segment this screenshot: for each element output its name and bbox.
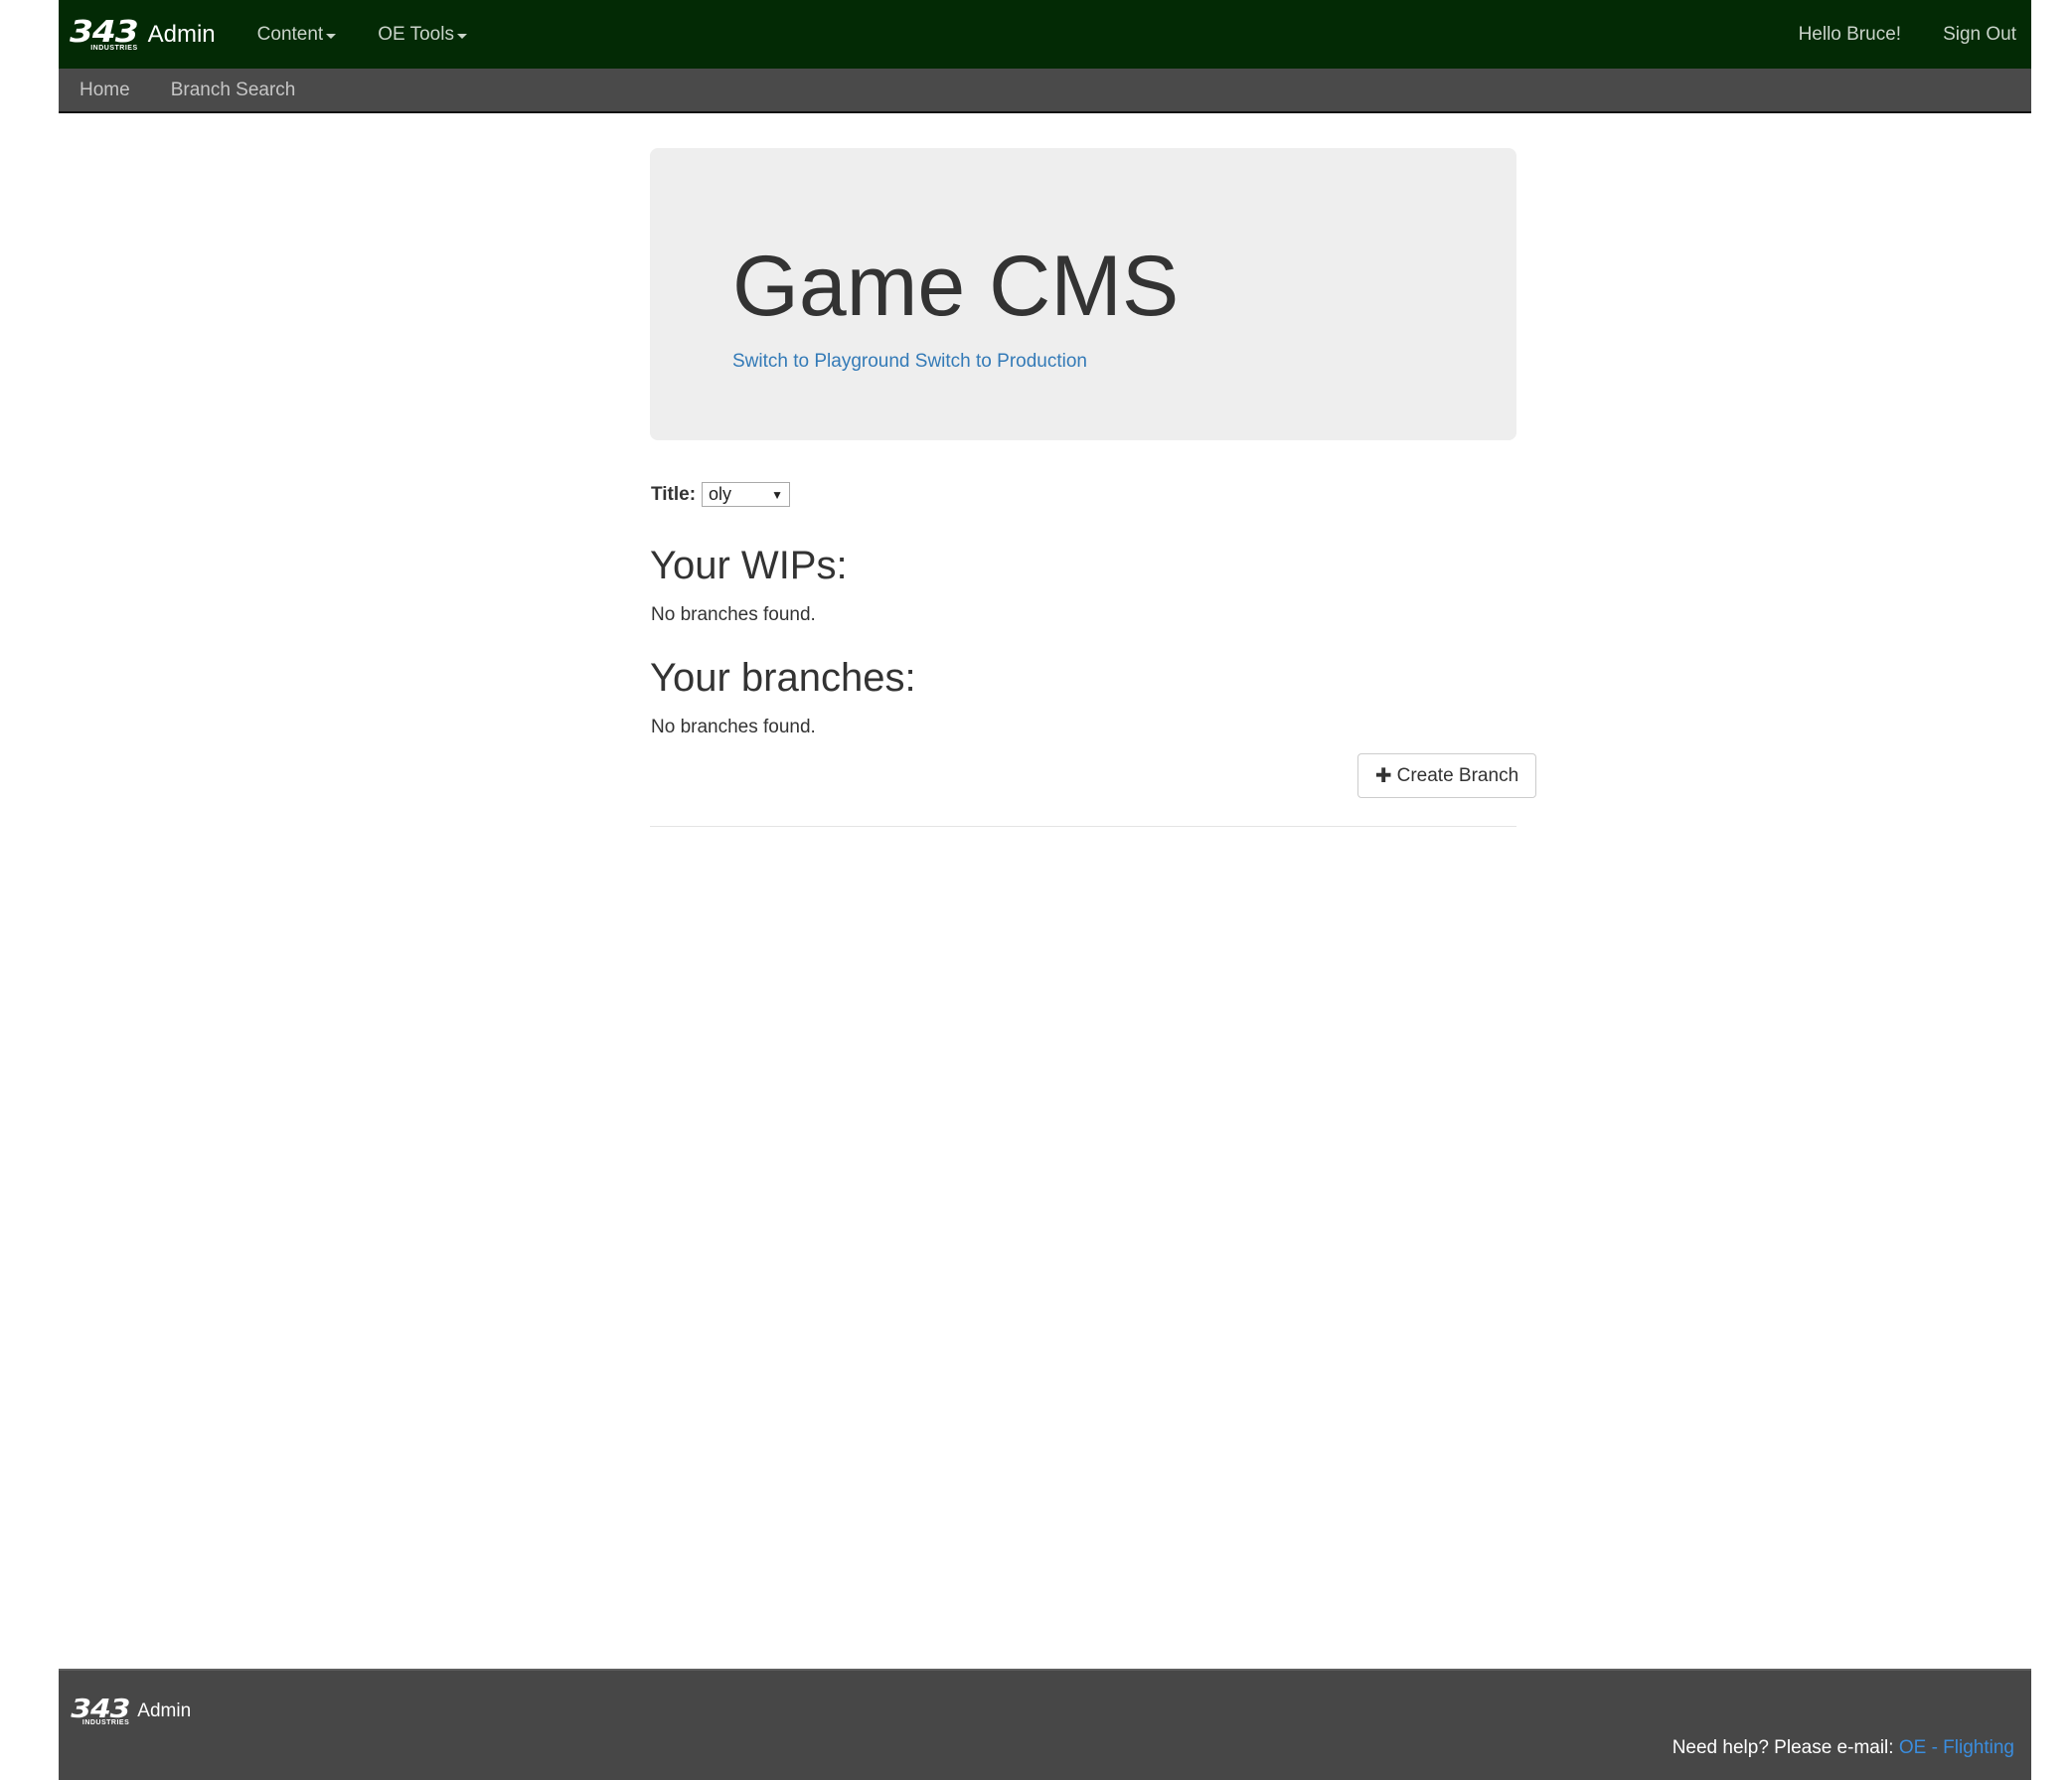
create-branch-button[interactable]: ✚ Create Branch <box>1357 753 1536 798</box>
help-contact: Need help? Please e-mail: OE - Flighting <box>1673 1737 2014 1759</box>
content-menu[interactable]: Content <box>257 24 337 46</box>
section-divider <box>650 826 1516 827</box>
caret-down-icon <box>456 33 467 39</box>
footer-brand-title: Admin <box>137 1700 192 1721</box>
title-select-label: Title: <box>651 483 697 505</box>
branches-heading: Your branches: <box>650 656 916 700</box>
title-select-value: oly <box>709 484 732 504</box>
sub-navbar: Home Branch Search <box>59 69 2031 113</box>
oe-tools-menu[interactable]: OE Tools <box>378 24 467 46</box>
navbar-brand[interactable]: 343 INDUSTRIES Admin <box>70 0 216 69</box>
plus-icon: ✚ <box>1374 764 1392 787</box>
subnav-branch-search-link[interactable]: Branch Search <box>171 80 296 101</box>
main-menu: Content OE Tools <box>257 0 509 69</box>
help-email-link[interactable]: OE - Flighting <box>1899 1737 2014 1758</box>
title-select[interactable]: oly ▼ <box>702 482 791 507</box>
top-navbar: 343 INDUSTRIES Admin Content OE Tools He… <box>59 0 2031 69</box>
title-selector-row: Title: oly ▼ <box>651 482 791 507</box>
footer-logo-number: 343 <box>71 1695 130 1724</box>
page-title: Game CMS <box>732 239 1180 334</box>
user-menu: Hello Bruce! Sign Out <box>1772 0 2031 69</box>
create-branch-label: Create Branch <box>1396 764 1519 786</box>
logo-number: 343 <box>70 14 139 50</box>
footer: 343 INDUSTRIES Admin Need help? Please e… <box>59 1669 2031 1780</box>
switch-to-playground-link[interactable]: Switch to Playground <box>732 351 910 372</box>
switch-to-production-link[interactable]: Switch to Production <box>915 351 1087 372</box>
jumbotron: Game CMS Switch to Playground Switch to … <box>650 148 1516 440</box>
help-text: Need help? Please e-mail: <box>1672 1737 1894 1758</box>
sign-out-link[interactable]: Sign Out <box>1943 24 2016 46</box>
343-industries-logo: 343 INDUSTRIES <box>70 17 139 52</box>
footer-brand: 343 INDUSTRIES Admin <box>71 1697 192 1726</box>
wips-heading: Your WIPs: <box>650 544 848 587</box>
brand-title: Admin <box>147 20 216 48</box>
user-greeting-link[interactable]: Hello Bruce! <box>1799 24 1902 46</box>
subnav-home-link[interactable]: Home <box>80 80 130 101</box>
oe-tools-menu-label: OE Tools <box>378 23 454 45</box>
caret-down-icon <box>326 33 337 39</box>
branches-empty-message: No branches found. <box>651 717 816 737</box>
content-menu-label: Content <box>256 23 324 45</box>
343-industries-logo: 343 INDUSTRIES <box>71 1697 130 1726</box>
dropdown-arrow-icon: ▼ <box>771 487 784 502</box>
environment-links: Switch to Playground Switch to Productio… <box>732 351 1087 373</box>
wips-empty-message: No branches found. <box>651 604 816 625</box>
